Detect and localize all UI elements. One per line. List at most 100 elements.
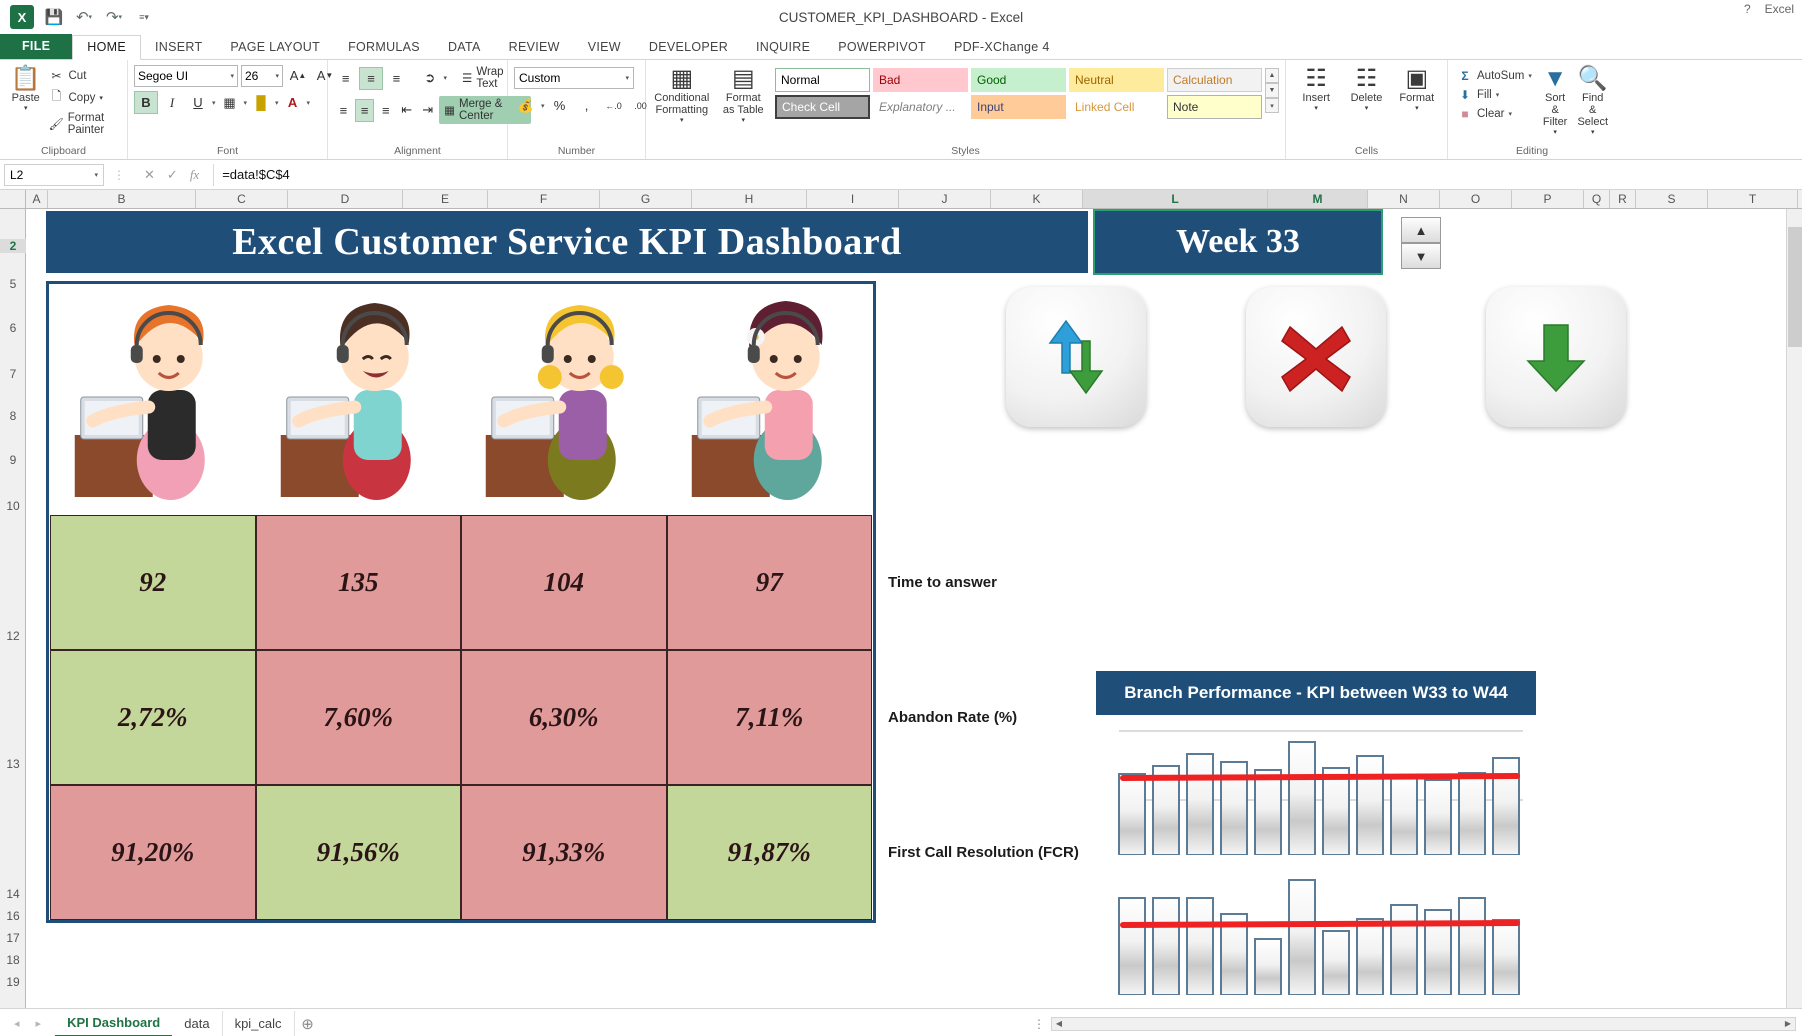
tab-developer[interactable]: DEVELOPER — [635, 36, 742, 59]
tab-inquire[interactable]: INQUIRE — [742, 36, 824, 59]
column-header-M[interactable]: M — [1268, 190, 1368, 208]
sheet-tab-data[interactable]: data — [172, 1011, 222, 1036]
tab-insert[interactable]: INSERT — [141, 36, 216, 59]
column-header-G[interactable]: G — [600, 190, 692, 208]
row-header-8[interactable]: 8 — [0, 409, 26, 423]
style-check-cell[interactable]: Check Cell — [775, 95, 870, 119]
table-cell[interactable]: 91,87% — [667, 785, 873, 920]
style-input[interactable]: Input — [971, 95, 1066, 119]
week-selector-value[interactable]: Week 33 — [1093, 209, 1383, 275]
sheet-tab-kpi-dashboard[interactable]: KPI Dashboard — [55, 1010, 172, 1036]
chevron-down-icon[interactable]: ▾ — [212, 99, 216, 107]
previous-sheet-icon[interactable]: ◂ — [14, 1017, 20, 1030]
column-header-S[interactable]: S — [1636, 190, 1708, 208]
scroll-left-icon[interactable]: ◀ — [1052, 1019, 1066, 1028]
row-header-13[interactable]: 13 — [0, 757, 26, 771]
column-header-A[interactable]: A — [26, 190, 48, 208]
bold-button[interactable]: B — [134, 91, 158, 114]
find-select-button[interactable]: 🔍 Find & Select ▾ — [1575, 64, 1610, 138]
column-header-R[interactable]: R — [1610, 190, 1636, 208]
row-header-5[interactable]: 5 — [0, 277, 26, 291]
tab-data[interactable]: DATA — [434, 36, 495, 59]
grow-font-button[interactable]: A▲ — [286, 64, 310, 87]
week-spinner[interactable]: ▲ ▼ — [1401, 217, 1441, 269]
column-header-E[interactable]: E — [403, 190, 488, 208]
style-explanatory[interactable]: Explanatory ... — [873, 95, 968, 119]
format-painter-button[interactable]: 🖌 Format Painter — [46, 111, 122, 137]
format-as-table-button[interactable]: ▤ Format as Table ▾ — [718, 64, 769, 126]
tab-powerpivot[interactable]: POWERPIVOT — [824, 36, 940, 59]
row-header-19[interactable]: 19 — [0, 975, 26, 989]
font-size-input[interactable]: 26 ▾ — [241, 65, 283, 87]
customize-qat-icon[interactable]: ≡▾ — [134, 7, 154, 27]
tab-page-layout[interactable]: PAGE LAYOUT — [216, 36, 334, 59]
table-cell[interactable]: 97 — [667, 515, 873, 650]
sheet-tab-kpi-calc[interactable]: kpi_calc — [223, 1011, 295, 1036]
percent-style-button[interactable]: % — [548, 94, 572, 117]
column-header-T[interactable]: T — [1708, 190, 1798, 208]
next-sheet-icon[interactable]: ▸ — [36, 1017, 42, 1030]
scroll-right-icon[interactable]: ▶ — [1781, 1019, 1795, 1028]
column-header-K[interactable]: K — [991, 190, 1083, 208]
formula-input[interactable]: =data!$C$4 — [213, 164, 1798, 186]
styles-gallery-scrollbar[interactable]: ▲ ▼ ▾ — [1265, 68, 1279, 113]
cut-button[interactable]: ✂ Cut — [46, 68, 122, 84]
name-box[interactable]: L2 ▾ — [4, 164, 104, 186]
sheet-nav-arrows[interactable]: ◂ ▸ — [0, 1017, 55, 1030]
accounting-format-button[interactable]: 💰 — [514, 94, 538, 117]
help-icon[interactable]: ? — [1744, 2, 1751, 16]
confirm-entry-icon[interactable]: ✓ — [167, 167, 178, 183]
column-header-L[interactable]: L — [1083, 190, 1268, 208]
align-top-button[interactable]: ≡ — [334, 67, 357, 90]
borders-button[interactable]: ▦ — [218, 91, 242, 114]
table-cell[interactable]: 7,11% — [667, 650, 873, 785]
column-header-P[interactable]: P — [1512, 190, 1584, 208]
chevron-down-icon[interactable]: ▾ — [541, 102, 545, 110]
table-cell[interactable]: 91,20% — [50, 785, 256, 920]
autosum-button[interactable]: Σ AutoSum ▾ — [1454, 68, 1535, 84]
sort-filter-button[interactable]: ▼ Sort & Filter ▾ — [1539, 64, 1572, 138]
worksheet-canvas[interactable]: Excel Customer Service KPI Dashboard Wee… — [26, 209, 1802, 1008]
horizontal-scrollbar[interactable]: ◀ ▶ — [1051, 1017, 1796, 1031]
row-header-17[interactable]: 17 — [0, 931, 26, 945]
fill-color-button[interactable]: █ — [249, 91, 273, 114]
row-header-7[interactable]: 7 — [0, 367, 26, 381]
copy-button[interactable]: 🗋 Copy ▾ — [46, 86, 122, 109]
tab-review[interactable]: REVIEW — [495, 36, 574, 59]
chevron-down-icon[interactable]: ▾ — [275, 99, 279, 107]
column-header-D[interactable]: D — [288, 190, 403, 208]
style-good[interactable]: Good — [971, 68, 1066, 92]
tab-pdf-xchange[interactable]: PDF-XChange 4 — [940, 36, 1064, 59]
save-icon[interactable]: 💾 — [44, 7, 64, 27]
font-family-input[interactable]: Segoe UI ▾ — [134, 65, 238, 87]
fill-button[interactable]: ⬇ Fill ▾ — [1454, 87, 1535, 103]
column-header-B[interactable]: B — [48, 190, 196, 208]
tab-formulas[interactable]: FORMULAS — [334, 36, 434, 59]
add-sheet-icon[interactable]: ⊕ — [295, 1015, 321, 1033]
column-header-H[interactable]: H — [692, 190, 807, 208]
comma-style-button[interactable]: , — [575, 94, 599, 117]
vertical-scrollbar[interactable] — [1786, 209, 1802, 1008]
sheet-options-icon[interactable]: ⋮ — [1033, 1017, 1045, 1031]
select-all-corner[interactable] — [0, 190, 26, 208]
column-header-F[interactable]: F — [488, 190, 600, 208]
column-header-I[interactable]: I — [807, 190, 899, 208]
row-header-6[interactable]: 6 — [0, 321, 26, 335]
redo-icon[interactable]: ↷▾ — [104, 7, 124, 27]
style-normal[interactable]: Normal — [775, 68, 870, 92]
tab-file[interactable]: FILE — [0, 34, 72, 59]
paste-button[interactable]: 📋 Paste ▾ — [6, 64, 46, 114]
decrease-indent-button[interactable]: ⇤ — [397, 99, 416, 122]
table-cell[interactable]: 6,30% — [461, 650, 667, 785]
increase-indent-button[interactable]: ⇥ — [418, 99, 437, 122]
style-note[interactable]: Note — [1167, 95, 1262, 119]
conditional-formatting-button[interactable]: ▦ Conditional Formatting ▾ — [652, 64, 712, 126]
row-header-12[interactable]: 12 — [0, 629, 26, 643]
spinner-up-button[interactable]: ▲ — [1401, 217, 1441, 243]
table-cell[interactable]: 91,33% — [461, 785, 667, 920]
scroll-up-icon[interactable]: ▲ — [1265, 68, 1279, 83]
style-linked-cell[interactable]: Linked Cell — [1069, 95, 1164, 119]
table-cell[interactable]: 91,56% — [256, 785, 462, 920]
table-cell[interactable]: 92 — [50, 515, 256, 650]
font-color-button[interactable]: A — [281, 91, 305, 114]
